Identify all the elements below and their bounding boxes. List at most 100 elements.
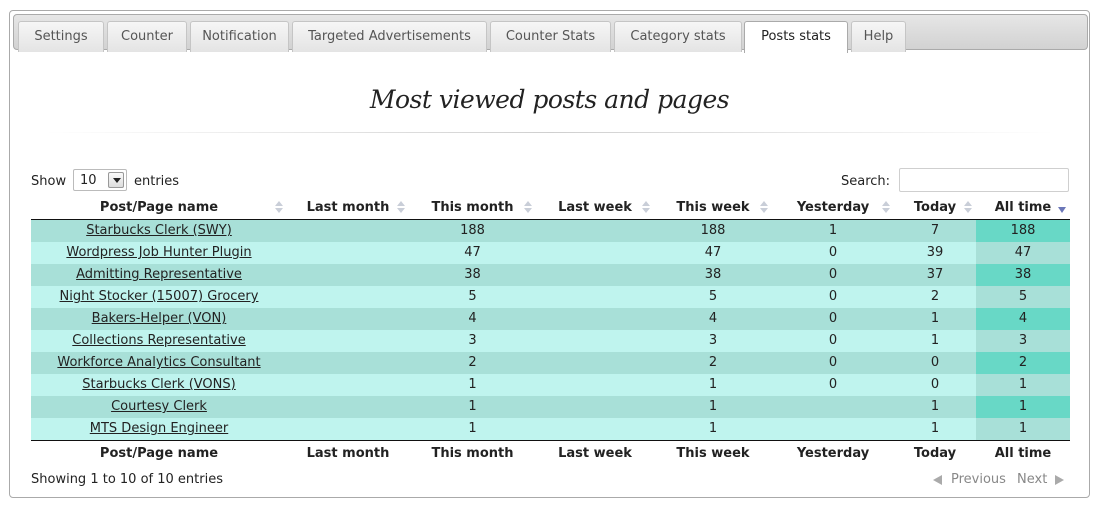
tab-category-stats[interactable]: Category stats — [614, 21, 742, 52]
entries-per-page-select[interactable]: 10 — [73, 169, 127, 191]
cell-post-page-name: Bakers-Helper (VON) — [31, 308, 287, 330]
cell-this-month: 188 — [409, 219, 536, 242]
cell-post-page-name: Wordpress Job Hunter Plugin — [31, 242, 287, 264]
cell-all-time: 47 — [976, 242, 1070, 264]
cell-this-week: 38 — [654, 264, 772, 286]
column-header-this-month[interactable]: This month — [409, 196, 536, 220]
cell-last-month — [287, 396, 409, 418]
cell-last-week — [536, 374, 654, 396]
cell-yesterday: 1 — [772, 219, 894, 242]
column-header-this-week[interactable]: This week — [654, 196, 772, 220]
post-link[interactable]: Workforce Analytics Consultant — [57, 355, 260, 370]
tab-posts-stats[interactable]: Posts stats — [744, 21, 848, 53]
cell-this-month: 5 — [409, 286, 536, 308]
column-footer-yesterday: Yesterday — [772, 440, 894, 465]
cell-yesterday: 0 — [772, 352, 894, 374]
cell-yesterday — [772, 418, 894, 441]
cell-today: 1 — [894, 396, 976, 418]
column-header-yesterday[interactable]: Yesterday — [772, 196, 894, 220]
tab-bar: Settings Counter Notification Targeted A… — [13, 14, 1088, 53]
post-link[interactable]: Starbucks Clerk (SWY) — [86, 223, 232, 238]
next-button[interactable]: Next — [1017, 470, 1047, 490]
post-link[interactable]: Admitting Representative — [76, 267, 242, 282]
table-row: Courtesy Clerk 1 1 1 1 — [31, 396, 1070, 418]
cell-yesterday — [772, 396, 894, 418]
cell-last-month — [287, 219, 409, 242]
cell-post-page-name: Collections Representative — [31, 330, 287, 352]
previous-arrow-icon[interactable] — [933, 475, 942, 485]
cell-today: 0 — [894, 374, 976, 396]
cell-today: 37 — [894, 264, 976, 286]
cell-yesterday: 0 — [772, 264, 894, 286]
cell-last-month — [287, 330, 409, 352]
column-header-today[interactable]: Today — [894, 196, 976, 220]
column-header-label: Today — [913, 200, 957, 215]
table-info: Showing 1 to 10 of 10 entries — [31, 472, 223, 487]
table-row: Wordpress Job Hunter Plugin 47 47 0 39 47 — [31, 242, 1070, 264]
cell-this-month: 38 — [409, 264, 536, 286]
column-footer-last-week: Last week — [536, 440, 654, 465]
table-row: Starbucks Clerk (VONS) 1 1 0 0 1 — [31, 374, 1070, 396]
cell-this-month: 1 — [409, 396, 536, 418]
sort-both-icon — [275, 201, 283, 214]
cell-this-month: 1 — [409, 418, 536, 441]
tab-help[interactable]: Help — [851, 21, 906, 52]
column-header-all-time[interactable]: All time — [976, 196, 1070, 220]
previous-button[interactable]: Previous — [951, 470, 1006, 490]
cell-yesterday: 0 — [772, 242, 894, 264]
post-link[interactable]: Collections Representative — [72, 333, 245, 348]
cell-this-week: 2 — [654, 352, 772, 374]
tab-counter[interactable]: Counter — [107, 21, 187, 52]
column-header-label: All time — [994, 200, 1052, 215]
search-input[interactable] — [899, 168, 1069, 192]
cell-last-month — [287, 374, 409, 396]
cell-last-week — [536, 352, 654, 374]
cell-this-month: 3 — [409, 330, 536, 352]
post-link[interactable]: Courtesy Clerk — [111, 399, 207, 414]
cell-today: 2 — [894, 286, 976, 308]
post-link[interactable]: Starbucks Clerk (VONS) — [82, 377, 235, 392]
tab-targeted-advertisements[interactable]: Targeted Advertisements — [292, 21, 487, 52]
post-link[interactable]: Wordpress Job Hunter Plugin — [66, 245, 251, 260]
cell-post-page-name: MTS Design Engineer — [31, 418, 287, 441]
next-arrow-icon[interactable] — [1055, 475, 1064, 485]
tab-counter-stats[interactable]: Counter Stats — [490, 21, 611, 52]
cell-this-week: 188 — [654, 219, 772, 242]
tab-settings[interactable]: Settings — [18, 21, 104, 52]
cell-this-month: 47 — [409, 242, 536, 264]
cell-today: 39 — [894, 242, 976, 264]
cell-all-time: 188 — [976, 219, 1070, 242]
sort-descending-icon — [1058, 207, 1066, 213]
sort-both-icon — [524, 201, 532, 214]
table-row: Bakers-Helper (VON) 4 4 0 1 4 — [31, 308, 1070, 330]
cell-post-page-name: Workforce Analytics Consultant — [31, 352, 287, 374]
post-link[interactable]: Bakers-Helper (VON) — [92, 311, 227, 326]
cell-this-week: 5 — [654, 286, 772, 308]
column-header-post-page-name[interactable]: Post/Page name — [31, 196, 287, 220]
cell-yesterday: 0 — [772, 308, 894, 330]
column-header-label: Yesterday — [796, 200, 870, 215]
column-header-last-week[interactable]: Last week — [536, 196, 654, 220]
table-header-row: Post/Page name Last month This month Las… — [31, 196, 1070, 220]
cell-this-week: 4 — [654, 308, 772, 330]
post-link[interactable]: MTS Design Engineer — [90, 421, 228, 436]
table-row: Night Stocker (15007) Grocery 5 5 0 2 5 — [31, 286, 1070, 308]
cell-this-month: 4 — [409, 308, 536, 330]
cell-today: 0 — [894, 352, 976, 374]
cell-yesterday: 0 — [772, 330, 894, 352]
cell-post-page-name: Starbucks Clerk (SWY) — [31, 219, 287, 242]
cell-post-page-name: Courtesy Clerk — [31, 396, 287, 418]
column-header-last-month[interactable]: Last month — [287, 196, 409, 220]
table-row: Starbucks Clerk (SWY) 188 188 1 7 188 — [31, 219, 1070, 242]
tab-notification[interactable]: Notification — [190, 21, 289, 52]
cell-yesterday: 0 — [772, 374, 894, 396]
sort-both-icon — [760, 201, 768, 214]
cell-last-week — [536, 308, 654, 330]
cell-all-time: 5 — [976, 286, 1070, 308]
cell-last-week — [536, 418, 654, 441]
posts-stats-panel: Settings Counter Notification Targeted A… — [9, 10, 1090, 498]
column-header-label: Last week — [558, 200, 632, 215]
post-link[interactable]: Night Stocker (15007) Grocery — [60, 289, 259, 304]
cell-last-month — [287, 242, 409, 264]
cell-last-week — [536, 219, 654, 242]
